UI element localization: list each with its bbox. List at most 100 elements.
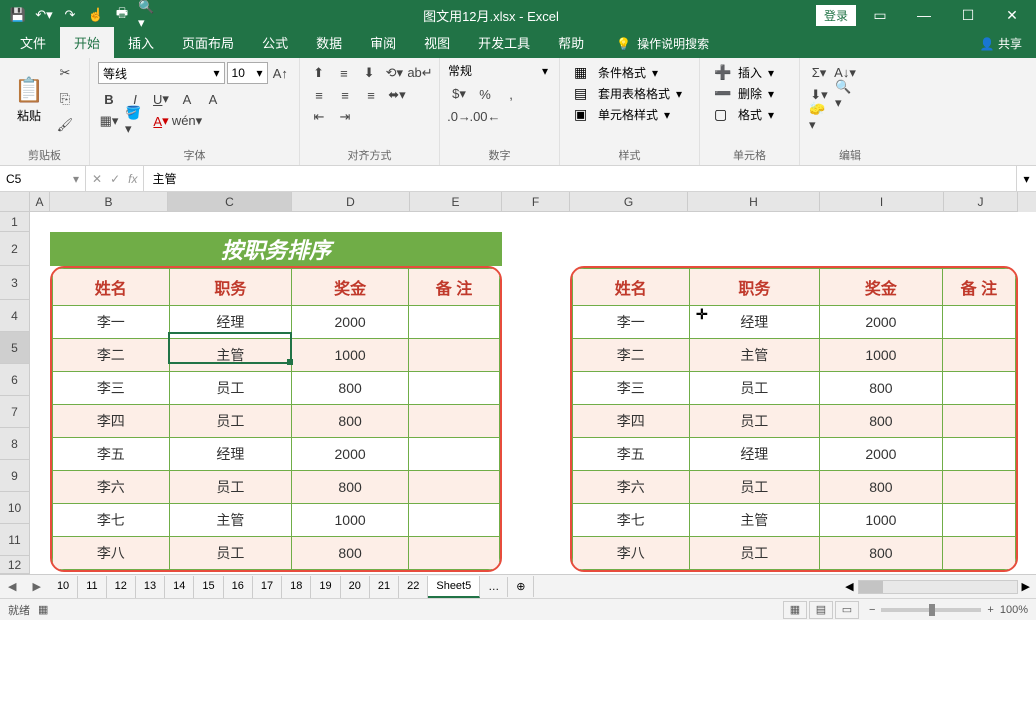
cell-role[interactable]: 员工 — [169, 471, 292, 504]
cell-bonus[interactable]: 800 — [820, 372, 943, 405]
cell-name[interactable]: 李一 — [53, 306, 170, 339]
row-header[interactable]: 10 — [0, 492, 30, 524]
sheet-tab[interactable]: 21 — [370, 576, 399, 598]
row-header[interactable]: 11 — [0, 524, 30, 556]
cell-role[interactable]: 经理 — [689, 306, 819, 339]
expand-formula-icon[interactable]: ▾ — [1016, 166, 1036, 191]
cell-name[interactable]: 李八 — [573, 537, 690, 570]
cell-bonus[interactable]: 2000 — [292, 438, 409, 471]
table-row[interactable]: 李五经理2000 — [53, 438, 500, 471]
tab-view[interactable]: 视图 — [410, 27, 464, 58]
undo-icon[interactable]: ↶▾ — [34, 5, 54, 25]
phonetic-icon[interactable]: wén▾ — [176, 110, 198, 132]
cell-bonus[interactable]: 1000 — [292, 504, 409, 537]
table-row[interactable]: 李六员工800 — [573, 471, 1016, 504]
title-cell[interactable]: 按职务排序 — [50, 232, 502, 266]
cell-bonus[interactable]: 800 — [292, 405, 409, 438]
zoom-in-icon[interactable]: + — [987, 604, 993, 616]
sheet-tab[interactable]: 13 — [136, 576, 165, 598]
sheet-tab[interactable]: 20 — [341, 576, 370, 598]
row-header[interactable]: 9 — [0, 460, 30, 492]
copy-icon[interactable]: ⎘ — [54, 88, 76, 110]
save-icon[interactable]: 💾 — [8, 5, 28, 25]
qat-more-icon[interactable]: 🖶 — [112, 5, 132, 25]
table-row[interactable]: 李七主管1000 — [53, 504, 500, 537]
table-row[interactable]: 李八员工800 — [53, 537, 500, 570]
bold-button[interactable]: B — [98, 88, 120, 110]
sheet-tab[interactable]: 11 — [78, 576, 106, 598]
decrease-indent-icon[interactable]: ⇤ — [308, 106, 330, 128]
cell-bonus[interactable]: 2000 — [292, 306, 409, 339]
zoom-out-icon[interactable]: − — [869, 604, 875, 616]
align-top-icon[interactable]: ⬆ — [308, 62, 329, 84]
merge-icon[interactable]: ⬌▾ — [386, 84, 408, 106]
cell-name[interactable]: 李三 — [53, 372, 170, 405]
row-header[interactable]: 3 — [0, 266, 30, 300]
qat-dropdown-icon[interactable]: 🔍▾ — [138, 5, 158, 25]
sheet-tab[interactable]: Sheet5 — [428, 576, 480, 598]
tell-me[interactable]: 💡 操作说明搜索 — [610, 29, 715, 58]
cut-icon[interactable]: ✂ — [54, 62, 76, 84]
cell-bonus[interactable]: 1000 — [820, 339, 943, 372]
cancel-formula-icon[interactable]: ✕ — [92, 172, 102, 186]
increase-decimal-icon[interactable]: .0→ — [448, 105, 470, 127]
maximize-icon[interactable]: ☐ — [948, 1, 988, 29]
sheet-tab[interactable]: 19 — [311, 576, 340, 598]
row-header[interactable]: 2 — [0, 232, 30, 266]
enter-formula-icon[interactable]: ✓ — [110, 172, 120, 186]
redo-icon[interactable]: ↷ — [60, 5, 80, 25]
cell-role[interactable]: 主管 — [169, 339, 292, 372]
sheet-tab[interactable]: 14 — [165, 576, 194, 598]
ribbon-options-icon[interactable]: ▭ — [860, 1, 900, 29]
tab-insert[interactable]: 插入 — [114, 27, 168, 58]
page-break-view-icon[interactable]: ▭ — [835, 601, 859, 619]
share-button[interactable]: 👤 共享 — [966, 29, 1036, 58]
increase-indent-icon[interactable]: ⇥ — [334, 106, 356, 128]
col-header[interactable]: G — [570, 192, 688, 212]
fx-icon[interactable]: fx — [128, 172, 137, 186]
fill-color-icon[interactable]: 🪣▾ — [124, 110, 146, 132]
cell-name[interactable]: 李八 — [53, 537, 170, 570]
cell-note[interactable] — [409, 537, 500, 570]
tab-dev[interactable]: 开发工具 — [464, 27, 544, 58]
cell-role[interactable]: 员工 — [169, 405, 292, 438]
cell-note[interactable] — [409, 504, 500, 537]
col-header[interactable]: I — [820, 192, 944, 212]
macro-record-icon[interactable]: ▦ — [38, 603, 48, 616]
row-header[interactable]: 6 — [0, 364, 30, 396]
orientation-icon[interactable]: ⟲▾ — [384, 62, 405, 84]
spreadsheet-grid[interactable]: A B C D E F G H I J 1 2 3 4 5 6 7 8 9 10… — [0, 192, 1036, 574]
percent-icon[interactable]: % — [474, 83, 496, 105]
cell-bonus[interactable]: 800 — [292, 471, 409, 504]
table-format-button[interactable]: ▤套用表格格式 ▾ — [568, 83, 691, 104]
cell-role[interactable]: 主管 — [689, 504, 819, 537]
cell-bonus[interactable]: 800 — [292, 372, 409, 405]
currency-icon[interactable]: $▾ — [448, 83, 470, 105]
cell-name[interactable]: 李四 — [573, 405, 690, 438]
row-header[interactable]: 5 — [0, 332, 30, 364]
table-row[interactable]: 李三员工800 — [573, 372, 1016, 405]
cell-role[interactable]: 经理 — [169, 438, 292, 471]
cell-role[interactable]: 员工 — [689, 372, 819, 405]
format-painter-icon[interactable]: 🖌 — [54, 114, 76, 136]
table-row[interactable]: 李三员工800 — [53, 372, 500, 405]
col-header[interactable]: B — [50, 192, 168, 212]
cell-bonus[interactable]: 800 — [820, 471, 943, 504]
table-row[interactable]: 李二主管1000 — [573, 339, 1016, 372]
col-header[interactable]: J — [944, 192, 1018, 212]
font-name-combo[interactable]: 等线▾ — [98, 62, 225, 84]
align-middle-icon[interactable]: ≡ — [333, 62, 354, 84]
cell-bonus[interactable]: 2000 — [820, 306, 943, 339]
sheet-tab[interactable]: 17 — [253, 576, 282, 598]
decrease-decimal-icon[interactable]: .00← — [474, 105, 496, 127]
col-header[interactable]: E — [410, 192, 502, 212]
cell-name[interactable]: 李二 — [573, 339, 690, 372]
comma-icon[interactable]: , — [500, 83, 522, 105]
col-header[interactable]: D — [292, 192, 410, 212]
row-header[interactable]: 7 — [0, 396, 30, 428]
underline-button[interactable]: U▾ — [150, 88, 172, 110]
cell-note[interactable] — [942, 438, 1015, 471]
increase-font-icon2[interactable]: A — [176, 88, 198, 110]
paste-button[interactable]: 📋 粘贴 — [8, 73, 50, 126]
cell-name[interactable]: 李四 — [53, 405, 170, 438]
